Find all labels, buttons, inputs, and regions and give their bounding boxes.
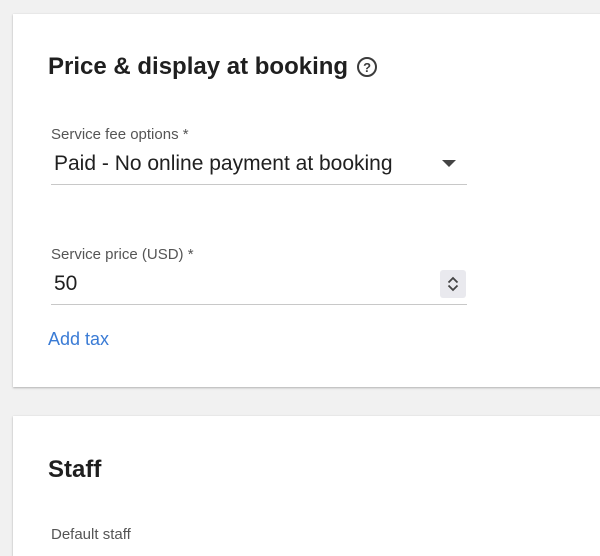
help-circle-icon[interactable]: ? (357, 57, 378, 77)
service-price-input[interactable]: 50 (51, 263, 467, 305)
section-title-text: Price & display at booking (48, 53, 349, 80)
service-price-field[interactable]: Service price (USD) * 50 (51, 246, 467, 305)
dropdown-arrow-icon[interactable] (442, 160, 456, 167)
staff-card: Staff Default staff (13, 416, 600, 556)
chevron-down-icon[interactable] (447, 284, 459, 292)
chevron-up-icon[interactable] (447, 276, 459, 284)
section-title: Price & display at booking ? (48, 53, 378, 81)
add-tax-link[interactable]: Add tax (48, 329, 109, 350)
default-staff-label: Default staff (51, 526, 131, 543)
service-fee-options-label: Service fee options * (51, 126, 189, 143)
number-stepper-icon[interactable] (440, 269, 466, 298)
service-fee-options-select[interactable]: Paid - No online payment at booking (51, 143, 467, 185)
service-fee-options-field[interactable]: Service fee options * Paid - No online p… (51, 126, 467, 185)
service-price-value: 50 (54, 271, 78, 295)
price-display-card: Price & display at booking ? Service fee… (13, 14, 600, 387)
service-fee-options-value: Paid - No online payment at booking (54, 151, 393, 175)
service-price-label: Service price (USD) * (51, 246, 194, 263)
staff-section-title: Staff (48, 456, 102, 483)
